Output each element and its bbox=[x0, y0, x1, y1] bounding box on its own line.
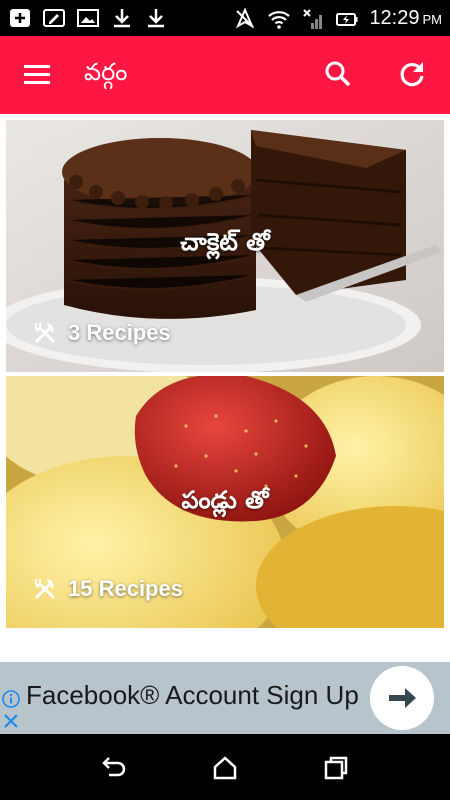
ad-open-button[interactable] bbox=[370, 666, 434, 730]
app-bar: వర్గం bbox=[0, 36, 450, 114]
status-time-value: 12:29 bbox=[369, 7, 420, 29]
utensils-icon bbox=[34, 579, 56, 600]
card-title: పండ్లు తో bbox=[181, 486, 269, 514]
recipe-count: 3 Recipes bbox=[68, 320, 171, 345]
page-title: వర్గం bbox=[84, 58, 128, 86]
status-bar: 12:29 PM bbox=[0, 0, 450, 36]
arrow-right-icon bbox=[389, 688, 416, 708]
download-icon bbox=[148, 9, 164, 28]
image-icon bbox=[77, 9, 99, 27]
refresh-button[interactable] bbox=[396, 58, 428, 90]
search-icon bbox=[325, 61, 351, 87]
status-time-ampm: PM bbox=[422, 12, 443, 27]
wifi-icon bbox=[268, 11, 291, 29]
category-card-fruits[interactable]: పండ్లు తో 15 Recipes bbox=[6, 376, 444, 628]
battery-charging-icon bbox=[336, 13, 358, 26]
card-title: చాక్లెట్ తో bbox=[180, 228, 270, 256]
back-icon[interactable] bbox=[100, 754, 128, 782]
ad-text: Facebook® Account Sign Up bbox=[26, 680, 359, 710]
download-icon bbox=[114, 9, 130, 28]
search-button[interactable] bbox=[322, 58, 354, 90]
category-card-chocolate[interactable]: చాక్లెట్ తో 3 Recipes bbox=[6, 120, 444, 372]
home-icon[interactable] bbox=[211, 754, 239, 782]
card-meta: 3 Recipes bbox=[32, 320, 171, 346]
menu-button[interactable] bbox=[22, 60, 56, 90]
utensils-icon bbox=[34, 323, 56, 344]
recents-icon[interactable] bbox=[322, 754, 350, 782]
status-system: 12:29 PM bbox=[233, 6, 442, 32]
no-signal-icon bbox=[303, 9, 323, 29]
menu-icon bbox=[24, 65, 50, 84]
close-icon[interactable] bbox=[2, 712, 20, 730]
add-box-icon bbox=[10, 9, 30, 27]
card-meta: 15 Recipes bbox=[32, 576, 183, 602]
status-notifications bbox=[8, 6, 168, 30]
system-nav-bar bbox=[0, 734, 450, 800]
info-icon[interactable] bbox=[2, 690, 20, 708]
edit-note-icon bbox=[43, 9, 65, 27]
refresh-icon bbox=[400, 62, 424, 87]
location-off-icon bbox=[236, 7, 255, 29]
recipe-count: 15 Recipes bbox=[68, 576, 183, 601]
status-time: 12:29 PM bbox=[369, 6, 442, 32]
ad-banner[interactable]: Facebook® Account Sign Up bbox=[0, 662, 450, 734]
